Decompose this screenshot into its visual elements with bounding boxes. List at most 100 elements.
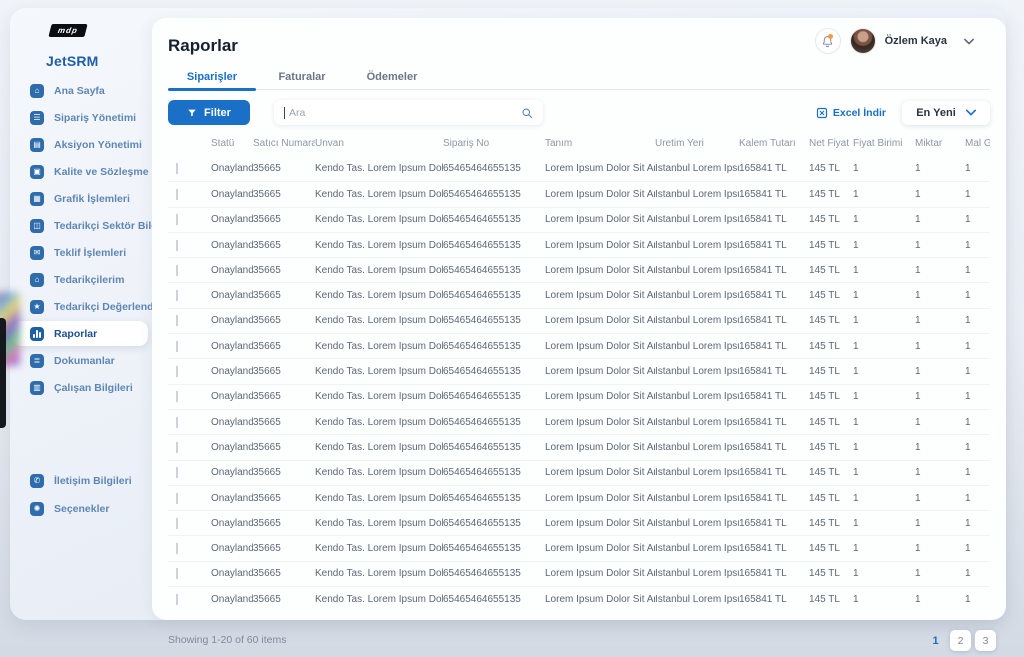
table-cell: 145 TL (809, 189, 853, 200)
search-icon[interactable] (521, 107, 533, 119)
sidebar-item-i-letişim-bilgileri[interactable]: ✆İletişim Bilgileri (10, 467, 152, 495)
table-cell (168, 391, 211, 402)
row-checkbox[interactable] (176, 568, 178, 579)
row-checkbox[interactable] (176, 341, 178, 352)
table-row[interactable]: Onaylandı35665Kendo Tas. Lorem Ipsum Dol… (168, 510, 990, 535)
row-checkbox[interactable] (176, 442, 178, 453)
sidebar-item-aksiyon-yönetimi[interactable]: ▤Aksiyon Yönetimi (10, 131, 152, 158)
table-cell: 1 (965, 315, 990, 326)
table-cell: Onaylandı (211, 290, 253, 301)
sidebar-item-sipariş-yönetimi[interactable]: ☰Sipariş Yönetimi (10, 104, 152, 131)
sidebar-item-tedarikçilerim[interactable]: ⌂Tedarikçilerim (10, 266, 152, 293)
sidebar-item-grafik-i-şlemleri[interactable]: ▦Grafik İşlemleri (10, 185, 152, 212)
sidebar-item-teklif-i-şlemleri[interactable]: ✉Teklif İşlemleri (10, 239, 152, 266)
notifications-button[interactable] (815, 28, 841, 54)
table-row[interactable]: Onaylandı35665Kendo Tas. Lorem Ipsum Dol… (168, 561, 990, 586)
table-cell: 65465464655135 (443, 518, 545, 529)
table-row[interactable]: Onaylandı35665Kendo Tas. Lorem Ipsum Dol… (168, 308, 990, 333)
page-button-2[interactable]: 2 (950, 630, 971, 651)
table-row[interactable]: Onaylandı35665Kendo Tas. Lorem Ipsum Dol… (168, 232, 990, 257)
table-row[interactable]: Onaylandı35665Kendo Tas. Lorem Ipsum Dol… (168, 384, 990, 409)
sidebar-item-label: Seçenekler (54, 503, 109, 515)
sidebar-item-dokumanlar[interactable]: ≣Dokumanlar (10, 347, 152, 374)
table-row[interactable]: Onaylandı35665Kendo Tas. Lorem Ipsum Dol… (168, 460, 990, 485)
table-cell: Onaylandı (211, 493, 253, 504)
excel-download-button[interactable]: Excel İndir (816, 107, 886, 119)
sidebar-item-ana-sayfa[interactable]: ⌂Ana Sayfa (10, 77, 152, 104)
row-checkbox[interactable] (176, 518, 178, 529)
row-checkbox[interactable] (176, 417, 178, 428)
sidebar-item-tedarikçi-değerlendirme[interactable]: ★Tedarikçi Değerlendirme (10, 293, 152, 320)
row-checkbox[interactable] (176, 594, 178, 605)
table-row[interactable]: Onaylandı35665Kendo Tas. Lorem Ipsum Dol… (168, 358, 990, 383)
sidebar-item-çalışan-bilgileri[interactable]: ▥Çalışan Bilgileri (10, 374, 152, 401)
sidebar-item-label: Tedarikçilerim (54, 274, 124, 286)
page-button-1[interactable]: 1 (925, 630, 946, 651)
table-cell: 145 TL (809, 163, 853, 174)
table-cell: Onaylandı (211, 417, 253, 428)
row-checkbox[interactable] (176, 240, 178, 251)
sidebar-item-kalite-ve-sözleşme[interactable]: ▣Kalite ve Sözleşme (10, 158, 152, 185)
gear-icon: ✺ (30, 502, 44, 516)
table-cell: 165841 TL (739, 543, 809, 554)
toolbar-right: Excel İndir En Yeni (816, 99, 990, 126)
table-cell (168, 265, 211, 276)
table-cell: Kendo Tas. Lorem Ipsum Dolor Sit Amen (315, 265, 443, 276)
table-cell: Istanbul Lorem Ipsum (655, 391, 739, 402)
filter-button[interactable]: Filter (168, 100, 250, 125)
table-cell: Onaylandı (211, 341, 253, 352)
table-cell: 145 TL (809, 315, 853, 326)
table-row[interactable]: Onaylandı35665Kendo Tas. Lorem Ipsum Dol… (168, 207, 990, 232)
tab-siparişler[interactable]: Siparişler (168, 68, 256, 89)
table-cell: 165841 TL (739, 214, 809, 225)
table-row[interactable]: Onaylandı35665Kendo Tas. Lorem Ipsum Dol… (168, 485, 990, 510)
table-row[interactable]: Onaylandı35665Kendo Tas. Lorem Ipsum Dol… (168, 282, 990, 307)
sort-dropdown[interactable]: En Yeni (902, 101, 990, 125)
user-avatar[interactable] (850, 28, 876, 54)
table-row[interactable]: Onaylandı35665Kendo Tas. Lorem Ipsum Dol… (168, 333, 990, 358)
table-cell: Istanbul Lorem Ipsum (655, 214, 739, 225)
table-row[interactable]: Onaylandı35665Kendo Tas. Lorem Ipsum Dol… (168, 181, 990, 206)
table-row[interactable]: Onaylandı35665Kendo Tas. Lorem Ipsum Dol… (168, 535, 990, 560)
row-checkbox[interactable] (176, 366, 178, 377)
tab-ödemeler[interactable]: Ödemeler (348, 68, 436, 89)
table-cell: 1 (965, 341, 990, 352)
row-checkbox[interactable] (176, 189, 178, 200)
table-cell: 1 (915, 518, 965, 529)
table-cell: Onaylandı (211, 467, 253, 478)
sidebar-item-tedarikçi-sektör-bilgileri[interactable]: ◫Tedarikçi Sektör Bilgileri (10, 212, 152, 239)
table-row[interactable]: Onaylandı35665Kendo Tas. Lorem Ipsum Dol… (168, 257, 990, 282)
table-cell: 35665 (253, 366, 315, 377)
sidebar-item-raporlar[interactable]: Raporlar (10, 320, 152, 347)
row-checkbox[interactable] (176, 163, 178, 174)
table-row[interactable]: Onaylandı35665Kendo Tas. Lorem Ipsum Dol… (168, 156, 990, 181)
row-checkbox[interactable] (176, 290, 178, 301)
table-cell: 65465464655135 (443, 163, 545, 174)
table-cell: 35665 (253, 543, 315, 554)
table-cell: 145 TL (809, 391, 853, 402)
row-checkbox[interactable] (176, 391, 178, 402)
table-cell: Lorem Ipsum Dolor Sit Amen (545, 417, 655, 428)
sidebar-item-seçenekler[interactable]: ✺ Seçenekler (10, 495, 152, 523)
folder-icon: ▣ (30, 165, 44, 179)
table-cell: 1 (965, 568, 990, 579)
row-checkbox[interactable] (176, 214, 178, 225)
table-row[interactable]: Onaylandı35665Kendo Tas. Lorem Ipsum Dol… (168, 434, 990, 459)
table-cell: 1 (853, 543, 915, 554)
table-row[interactable]: Onaylandı35665Kendo Tas. Lorem Ipsum Dol… (168, 586, 990, 611)
page-button-3[interactable]: 3 (975, 630, 996, 651)
table-cell: 145 TL (809, 518, 853, 529)
user-menu-button[interactable] (964, 38, 974, 45)
table-cell: Kendo Tas. Lorem Ipsum Dolor Sit Amen (315, 518, 443, 529)
row-checkbox[interactable] (176, 265, 178, 276)
row-checkbox[interactable] (176, 315, 178, 326)
excel-icon (816, 107, 828, 119)
row-checkbox[interactable] (176, 493, 178, 504)
row-checkbox[interactable] (176, 467, 178, 478)
table-cell (168, 341, 211, 352)
filter-button-label: Filter (204, 107, 231, 119)
table-row[interactable]: Onaylandı35665Kendo Tas. Lorem Ipsum Dol… (168, 409, 990, 434)
tab-faturalar[interactable]: Faturalar (258, 68, 346, 89)
search-input[interactable] (285, 107, 521, 119)
row-checkbox[interactable] (176, 543, 178, 554)
